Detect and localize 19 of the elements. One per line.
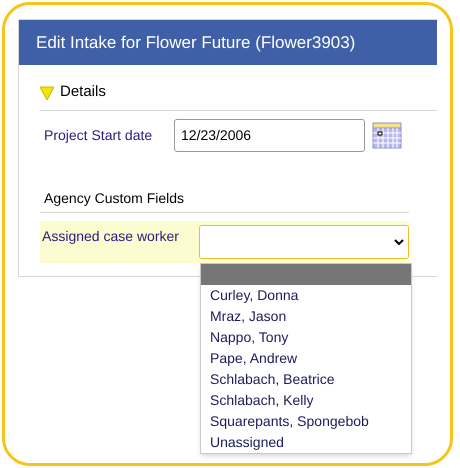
triangle-down-icon	[40, 86, 54, 100]
dropdown-option[interactable]: Schlabach, Beatrice	[201, 369, 411, 390]
date-field[interactable]: 12/23/2006	[174, 118, 365, 152]
dropdown-option[interactable]: Mraz, Jason	[201, 306, 411, 327]
section-heading: Agency Custom Fields	[44, 189, 184, 208]
dialog-title: Edit Intake for Flower Future (Flower3903)	[36, 32, 356, 54]
field-label: Assigned case worker	[42, 227, 180, 246]
dropdown-option[interactable]: Squarepants, Spongebob	[201, 411, 411, 432]
dropdown-option[interactable]: Nappo, Tony	[201, 327, 411, 348]
case-worker-select[interactable]	[198, 225, 409, 259]
chevron-down-icon	[394, 238, 404, 246]
dropdown-option[interactable]: Pape, Andrew	[201, 348, 411, 369]
calendar-icon[interactable]	[372, 122, 402, 148]
dropdown-option[interactable]: Unassigned	[201, 432, 411, 453]
dropdown-option[interactable]: Curley, Donna	[201, 285, 411, 306]
dropdown-option[interactable]: Schlabach, Kelly	[201, 390, 411, 411]
field-label: Project Start date	[44, 126, 154, 145]
dropdown-option[interactable]	[201, 264, 411, 285]
section-toggle[interactable]: Details	[40, 81, 106, 104]
